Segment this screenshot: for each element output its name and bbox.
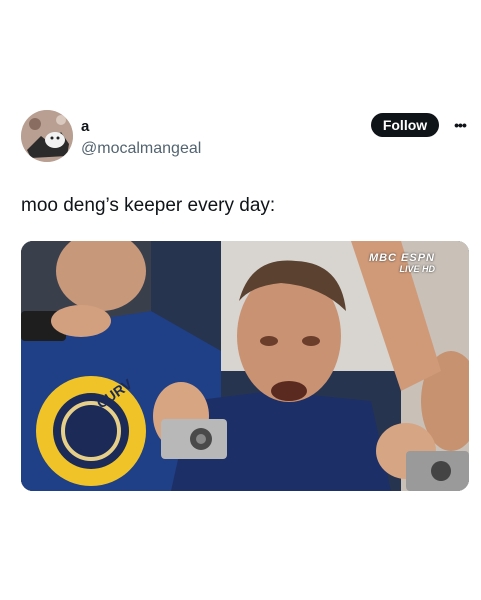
avatar[interactable] [21, 110, 73, 162]
more-options-icon[interactable]: ••• [451, 114, 469, 136]
watermark-main: MBC ESPN [368, 252, 435, 264]
tweet-card: a @mocalmangeal Follow ••• moo deng’s ke… [21, 110, 469, 491]
author-name[interactable]: a [81, 118, 89, 136]
broadcast-watermark: MBC ESPN LIVE HD [369, 253, 435, 275]
avatar-image [21, 110, 73, 162]
author-handle[interactable]: @mocalmangeal [81, 139, 201, 159]
crying-fan-photo: CURV [21, 241, 469, 491]
tweet-text: moo deng’s keeper every day: [21, 195, 276, 216]
watermark-sub: LIVE HD [399, 264, 435, 274]
tweet-header: a @mocalmangeal Follow ••• [21, 110, 469, 164]
follow-button[interactable]: Follow [371, 113, 439, 137]
tweet-media[interactable]: CURV MBC ESPN LIVE HD [21, 241, 469, 491]
